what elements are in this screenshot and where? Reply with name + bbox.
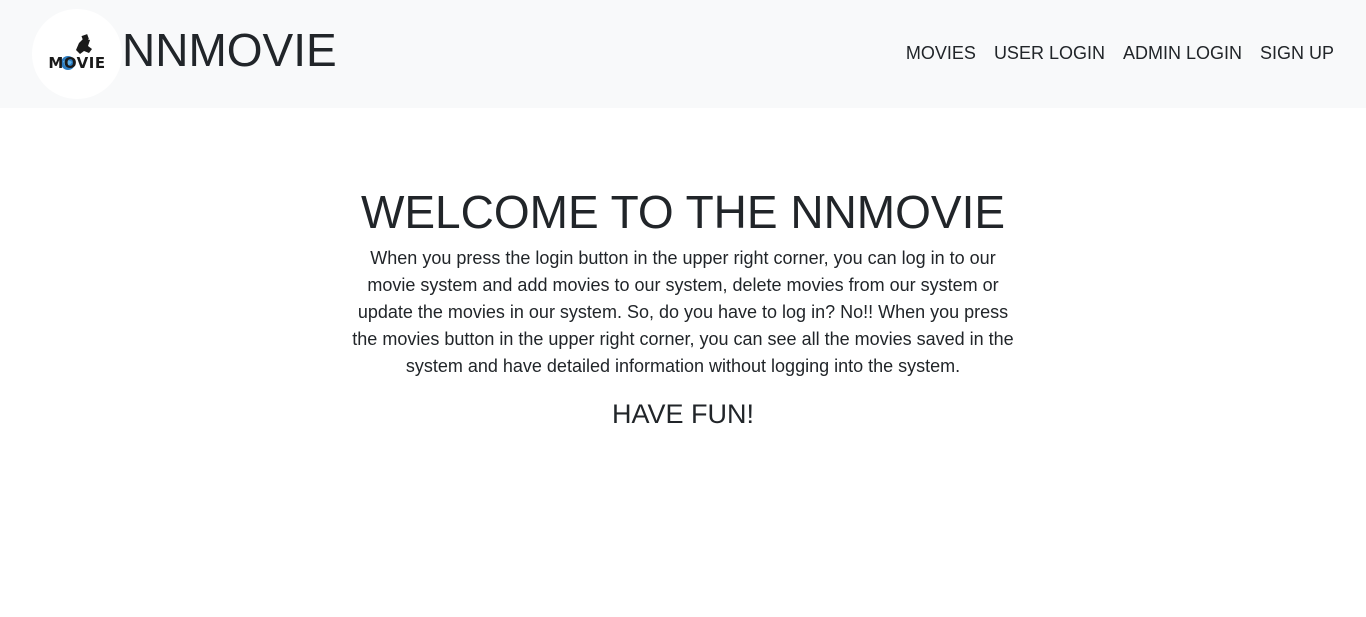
main-content: WELCOME TO THE NNMOVIE When you press th… — [0, 108, 1366, 430]
tagline: HAVE FUN! — [611, 399, 754, 429]
navbar: MOVIE NNMOVIE MOVIES USER LOGIN ADMIN LO… — [0, 0, 1366, 108]
nav-link-sign-up[interactable]: SIGN UP — [1260, 42, 1334, 64]
nav-link-user-login[interactable]: USER LOGIN — [994, 42, 1105, 64]
brand-link[interactable]: MOVIE NNMOVIE — [32, 9, 337, 99]
nav-links: MOVIES USER LOGIN ADMIN LOGIN SIGN UP — [906, 42, 1334, 64]
brand-logo: MOVIE — [32, 9, 122, 99]
logo-text: MOVIE — [48, 54, 106, 72]
brand-name: NNMOVIE — [122, 24, 337, 76]
nav-link-movies[interactable]: MOVIES — [906, 42, 976, 64]
nav-link-admin-login[interactable]: ADMIN LOGIN — [1123, 42, 1242, 64]
welcome-description: When you press the login button in the u… — [352, 248, 1014, 376]
welcome-title: WELCOME TO THE NNMOVIE — [360, 186, 1006, 238]
